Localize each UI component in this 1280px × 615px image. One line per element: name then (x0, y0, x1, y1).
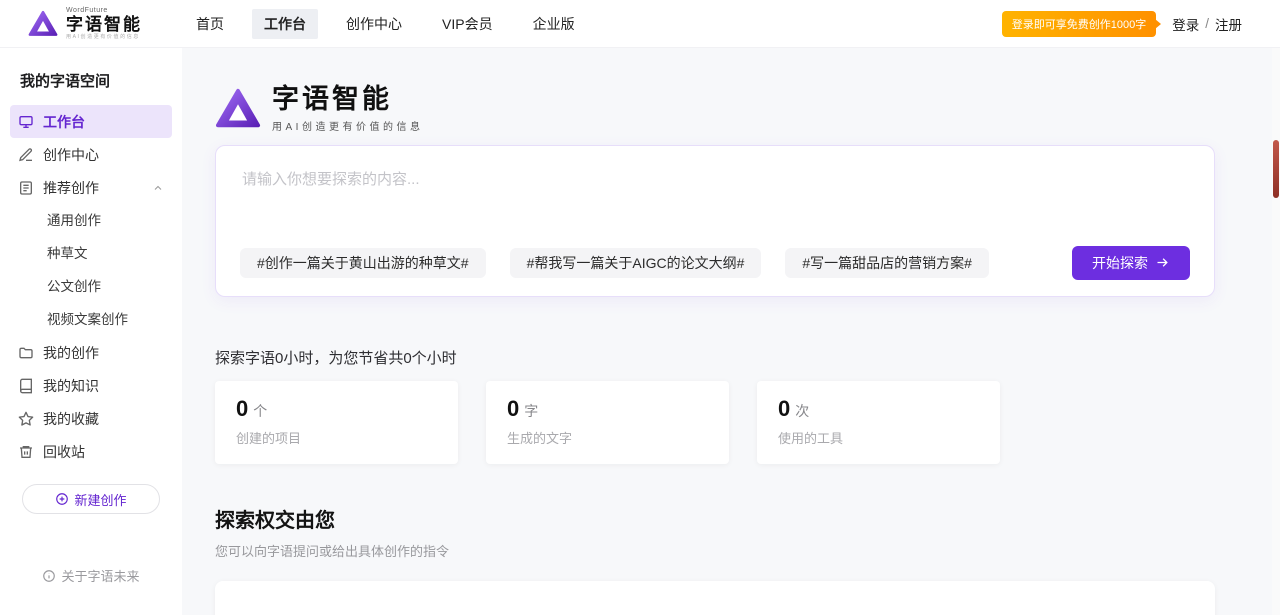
scrollbar-track[interactable] (1272, 48, 1280, 615)
nav-vip[interactable]: VIP会员 (430, 9, 505, 39)
stat-label: 使用的工具 (778, 428, 979, 447)
sidebar-item-creation-center[interactable]: 创作中心 (10, 138, 172, 171)
brand-tagline: 用AI创造更有价值的信息 (66, 35, 142, 40)
sidebar-item-recycle-bin[interactable]: 回收站 (10, 435, 172, 468)
hero-tagline: 用AI创造更有价值的信息 (272, 118, 423, 133)
stat-card-words: 0 字 生成的文字 (486, 381, 729, 464)
hero-triangle-icon (215, 86, 261, 132)
hero-brand-name: 字语智能 (272, 85, 423, 115)
section-subtitle: 您可以向字语提问或给出具体创作的指令 (215, 541, 1280, 560)
sidebar-title: 我的字语空间 (0, 48, 182, 105)
sidebar-subitem-video-copy[interactable]: 视频文案创作 (0, 303, 182, 336)
auth-links: 登录 / 注册 (1172, 14, 1242, 34)
document-icon (18, 180, 34, 196)
sidebar: 我的字语空间 工作台 创作中心 推荐创作 通用创作 种草文 公文创作 视频文案创… (0, 48, 182, 615)
sidebar-item-label: 推荐创作 (43, 178, 99, 198)
auth-separator: / (1205, 16, 1209, 31)
new-creation-button[interactable]: 新建创作 (22, 484, 160, 514)
stat-cards: 0 个 创建的项目 0 字 生成的文字 0 次 使用的工具 (215, 381, 1280, 464)
search-panel: #创作一篇关于黄山出游的种草文# #帮我写一篇关于AIGC的论文大纲# #写一篇… (215, 145, 1215, 297)
sidebar-item-workspace[interactable]: 工作台 (10, 105, 172, 138)
stat-value: 0 (507, 396, 519, 422)
sidebar-item-label: 我的收藏 (43, 409, 99, 429)
stat-label: 创建的项目 (236, 428, 437, 447)
nav-enterprise[interactable]: 企业版 (521, 9, 587, 39)
stat-card-projects: 0 个 创建的项目 (215, 381, 458, 464)
trash-icon (18, 444, 34, 460)
suggestion-chip-huangshan[interactable]: #创作一篇关于黄山出游的种草文# (240, 248, 486, 278)
nav-creation-center[interactable]: 创作中心 (334, 9, 414, 39)
info-circle-icon (42, 569, 56, 583)
brand-triangle-icon (28, 9, 58, 39)
brand-logo[interactable]: WordFuture 字语智能 用AI创造更有价值的信息 (0, 7, 142, 40)
qa-example-card: 字语智能是什么? 嗯，帮我创作一篇北京出游攻略 (215, 581, 1215, 615)
suggestion-chip-aigc[interactable]: #帮我写一篇关于AIGC的论文大纲# (510, 248, 762, 278)
sidebar-item-label: 工作台 (43, 112, 85, 132)
main-content: 字语智能 用AI创造更有价值的信息 #创作一篇关于黄山出游的种草文# #帮我写一… (182, 48, 1280, 615)
suggestion-chip-dessert[interactable]: #写一篇甜品店的营销方案# (785, 248, 989, 278)
about-label: 关于字语未来 (61, 566, 139, 585)
sidebar-subitem-seeding[interactable]: 种草文 (0, 237, 182, 270)
stat-unit: 次 (795, 401, 809, 421)
stat-value: 0 (236, 396, 248, 422)
section-title: 探索权交由您 (215, 504, 1280, 533)
star-icon (18, 411, 34, 427)
quote-icon (245, 608, 289, 615)
start-explore-button[interactable]: 开始探索 (1072, 246, 1190, 280)
topbar: WordFuture 字语智能 用AI创造更有价值的信息 首页 工作台 创作中心… (0, 0, 1280, 48)
brand-name: 字语智能 (66, 16, 142, 33)
search-input[interactable] (240, 166, 1190, 246)
start-explore-label: 开始探索 (1092, 253, 1148, 273)
login-promo-badge[interactable]: 登录即可享免费创作1000字 (1002, 11, 1156, 37)
sidebar-item-my-knowledge[interactable]: 我的知识 (10, 369, 172, 402)
book-icon (18, 378, 34, 394)
suggestion-chip-row: #创作一篇关于黄山出游的种草文# #帮我写一篇关于AIGC的论文大纲# #写一篇… (240, 246, 1190, 280)
hero-logo: 字语智能 用AI创造更有价值的信息 (215, 85, 1280, 133)
nav-home[interactable]: 首页 (184, 9, 236, 39)
pen-icon (18, 147, 34, 163)
stat-label: 生成的文字 (507, 428, 708, 447)
sidebar-subitem-official[interactable]: 公文创作 (0, 270, 182, 303)
new-creation-label: 新建创作 (74, 490, 126, 509)
plus-circle-icon (55, 492, 69, 506)
sidebar-subitem-general[interactable]: 通用创作 (0, 204, 182, 237)
login-link[interactable]: 登录 (1172, 14, 1199, 34)
nav-workspace[interactable]: 工作台 (252, 9, 318, 39)
folder-icon (18, 345, 34, 361)
brand-name-en: WordFuture (66, 7, 142, 14)
stat-value: 0 (778, 396, 790, 422)
chevron-up-icon[interactable] (152, 182, 164, 194)
usage-summary-text: 探索字语0小时，为您节省共0个小时 (215, 347, 1280, 368)
sidebar-item-label: 创作中心 (43, 145, 99, 165)
sidebar-item-label: 我的知识 (43, 376, 99, 396)
sidebar-item-favorites[interactable]: 我的收藏 (10, 402, 172, 435)
stat-unit: 个 (253, 401, 267, 421)
sidebar-item-my-creations[interactable]: 我的创作 (10, 336, 172, 369)
scrollbar-thumb[interactable] (1273, 140, 1279, 198)
about-link[interactable]: 关于字语未来 (0, 566, 182, 585)
sidebar-item-recommended[interactable]: 推荐创作 (10, 171, 172, 204)
sidebar-item-label: 我的创作 (43, 343, 99, 363)
arrow-right-icon (1155, 255, 1170, 270)
stat-unit: 字 (524, 401, 538, 421)
stat-card-tools: 0 次 使用的工具 (757, 381, 1000, 464)
monitor-icon (18, 114, 34, 130)
register-link[interactable]: 注册 (1215, 14, 1242, 34)
main-nav: 首页 工作台 创作中心 VIP会员 企业版 (184, 9, 587, 39)
sidebar-item-label: 回收站 (43, 442, 85, 462)
